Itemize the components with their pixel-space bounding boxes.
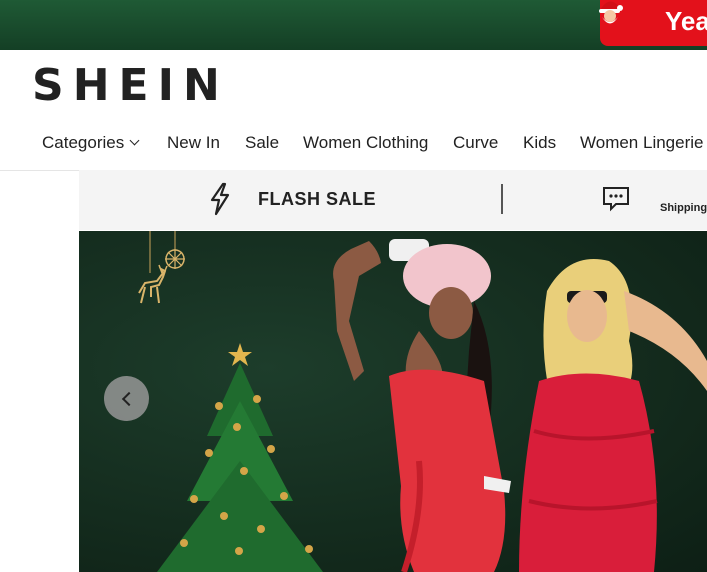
carousel-prev-button[interactable] bbox=[104, 376, 149, 421]
nav-item-kids[interactable]: Kids bbox=[523, 133, 556, 153]
hero-banner[interactable] bbox=[79, 231, 707, 572]
nav-item-sale[interactable]: Sale bbox=[245, 133, 279, 153]
model-left bbox=[333, 239, 511, 572]
nav-item-new-in[interactable]: New In bbox=[167, 133, 220, 153]
divider bbox=[501, 184, 503, 214]
nav-item-women-clothing[interactable]: Women Clothing bbox=[303, 133, 428, 153]
nav-label: Categories bbox=[42, 133, 125, 152]
christmas-tree bbox=[157, 343, 323, 572]
nav-item-categories[interactable]: Categories bbox=[42, 133, 140, 153]
snowflake-ornament bbox=[165, 231, 185, 269]
nav-item-curve[interactable]: Curve bbox=[453, 133, 498, 153]
top-promo-bar[interactable]: Yea bbox=[0, 0, 707, 50]
model-right bbox=[519, 259, 707, 572]
reindeer-ornament bbox=[138, 231, 168, 304]
flash-sale-bar[interactable]: FLASH SALE Shipping bbox=[79, 170, 707, 230]
hero-artwork bbox=[138, 231, 707, 572]
flash-sale-label: FLASH SALE bbox=[258, 189, 377, 209]
site-header: SHEIN Categories New In Sale Women Cloth… bbox=[0, 50, 707, 171]
shein-logo[interactable]: SHEIN bbox=[32, 60, 229, 111]
promo-text: Yea bbox=[665, 6, 707, 36]
shipping-label: Shipping bbox=[660, 202, 707, 214]
nav-item-women-lingerie[interactable]: Women Lingerie bbox=[580, 133, 703, 153]
santa-icon bbox=[599, 1, 623, 24]
lightning-icon bbox=[210, 182, 230, 216]
promo-banner[interactable]: Yea bbox=[599, 0, 707, 46]
chevron-down-icon bbox=[129, 135, 140, 146]
chat-bubble-icon bbox=[603, 187, 629, 212]
